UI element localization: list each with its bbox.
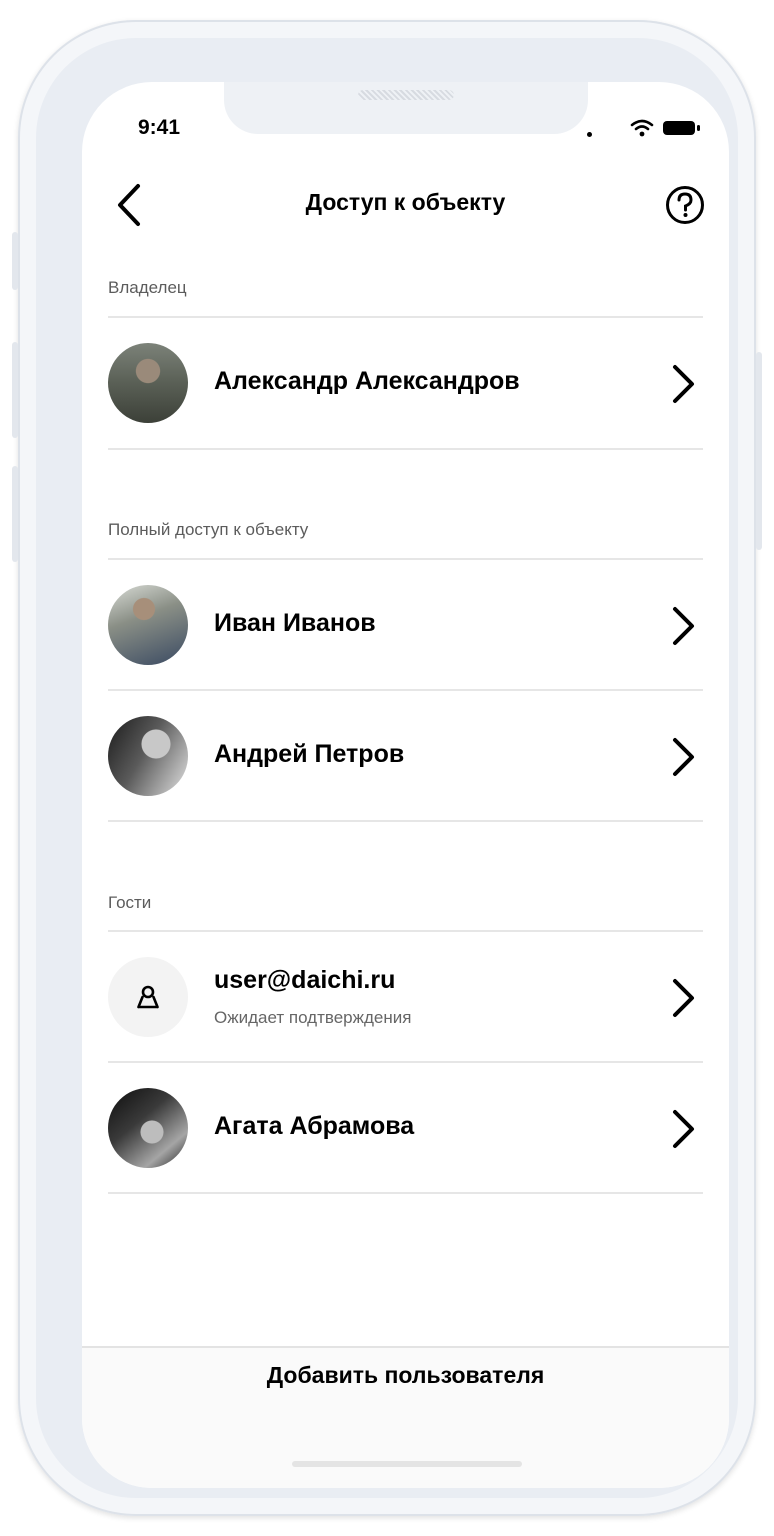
divider <box>108 448 703 450</box>
user-row-full-access[interactable]: Иван Иванов <box>108 560 703 690</box>
add-user-button[interactable]: Добавить пользователя <box>82 1362 729 1389</box>
page-title: Доступ к объекту <box>305 189 506 215</box>
user-row-owner[interactable]: Александр Александров <box>108 318 703 448</box>
user-email: user@daichi.ru <box>214 966 396 994</box>
chevron-right-icon <box>673 1110 694 1148</box>
user-outline-icon <box>137 985 159 1009</box>
user-row-full-access[interactable]: Андрей Петров <box>108 691 703 821</box>
invite-status: Ожидает подтверждения <box>214 1008 412 1027</box>
volume-down-button <box>12 466 18 562</box>
section-label-owner: Владелец <box>108 278 187 297</box>
divider <box>108 1192 703 1194</box>
avatar-placeholder <box>108 957 188 1037</box>
battery-icon <box>663 121 700 135</box>
avatar <box>108 343 188 423</box>
divider <box>108 820 703 822</box>
screen: 9:41 Доступ к объекту Владелец Александр… <box>82 82 729 1488</box>
section-label-full-access: Полный доступ к объекту <box>108 520 309 539</box>
chevron-right-icon <box>673 738 694 776</box>
user-name: Андрей Петров <box>214 740 405 768</box>
user-row-guest[interactable]: Агата Абрамова <box>108 1063 703 1193</box>
section-label-guests: Гости <box>108 893 152 912</box>
avatar <box>108 716 188 796</box>
user-name: Агата Абрамова <box>214 1112 415 1140</box>
speaker-grille <box>358 90 454 100</box>
user-name: Александр Александров <box>214 367 520 395</box>
mute-switch <box>12 232 18 290</box>
signal-icon <box>587 132 592 137</box>
status-time: 9:41 <box>138 116 181 139</box>
user-row-guest-pending[interactable]: user@daichi.ru Ожидает подтверждения <box>108 932 703 1062</box>
notch <box>224 82 588 134</box>
wifi-icon <box>630 119 654 137</box>
avatar <box>108 585 188 665</box>
avatar <box>108 1088 188 1168</box>
chevron-right-icon <box>673 607 694 645</box>
user-name: Иван Иванов <box>214 609 376 637</box>
phone-frame: 9:41 Доступ к объекту Владелец Александр… <box>18 20 756 1516</box>
volume-up-button <box>12 342 18 438</box>
power-button <box>756 352 762 550</box>
chevron-right-icon <box>673 365 694 403</box>
home-indicator <box>292 1461 522 1467</box>
chevron-right-icon <box>673 979 694 1017</box>
help-icon[interactable] <box>664 184 706 226</box>
